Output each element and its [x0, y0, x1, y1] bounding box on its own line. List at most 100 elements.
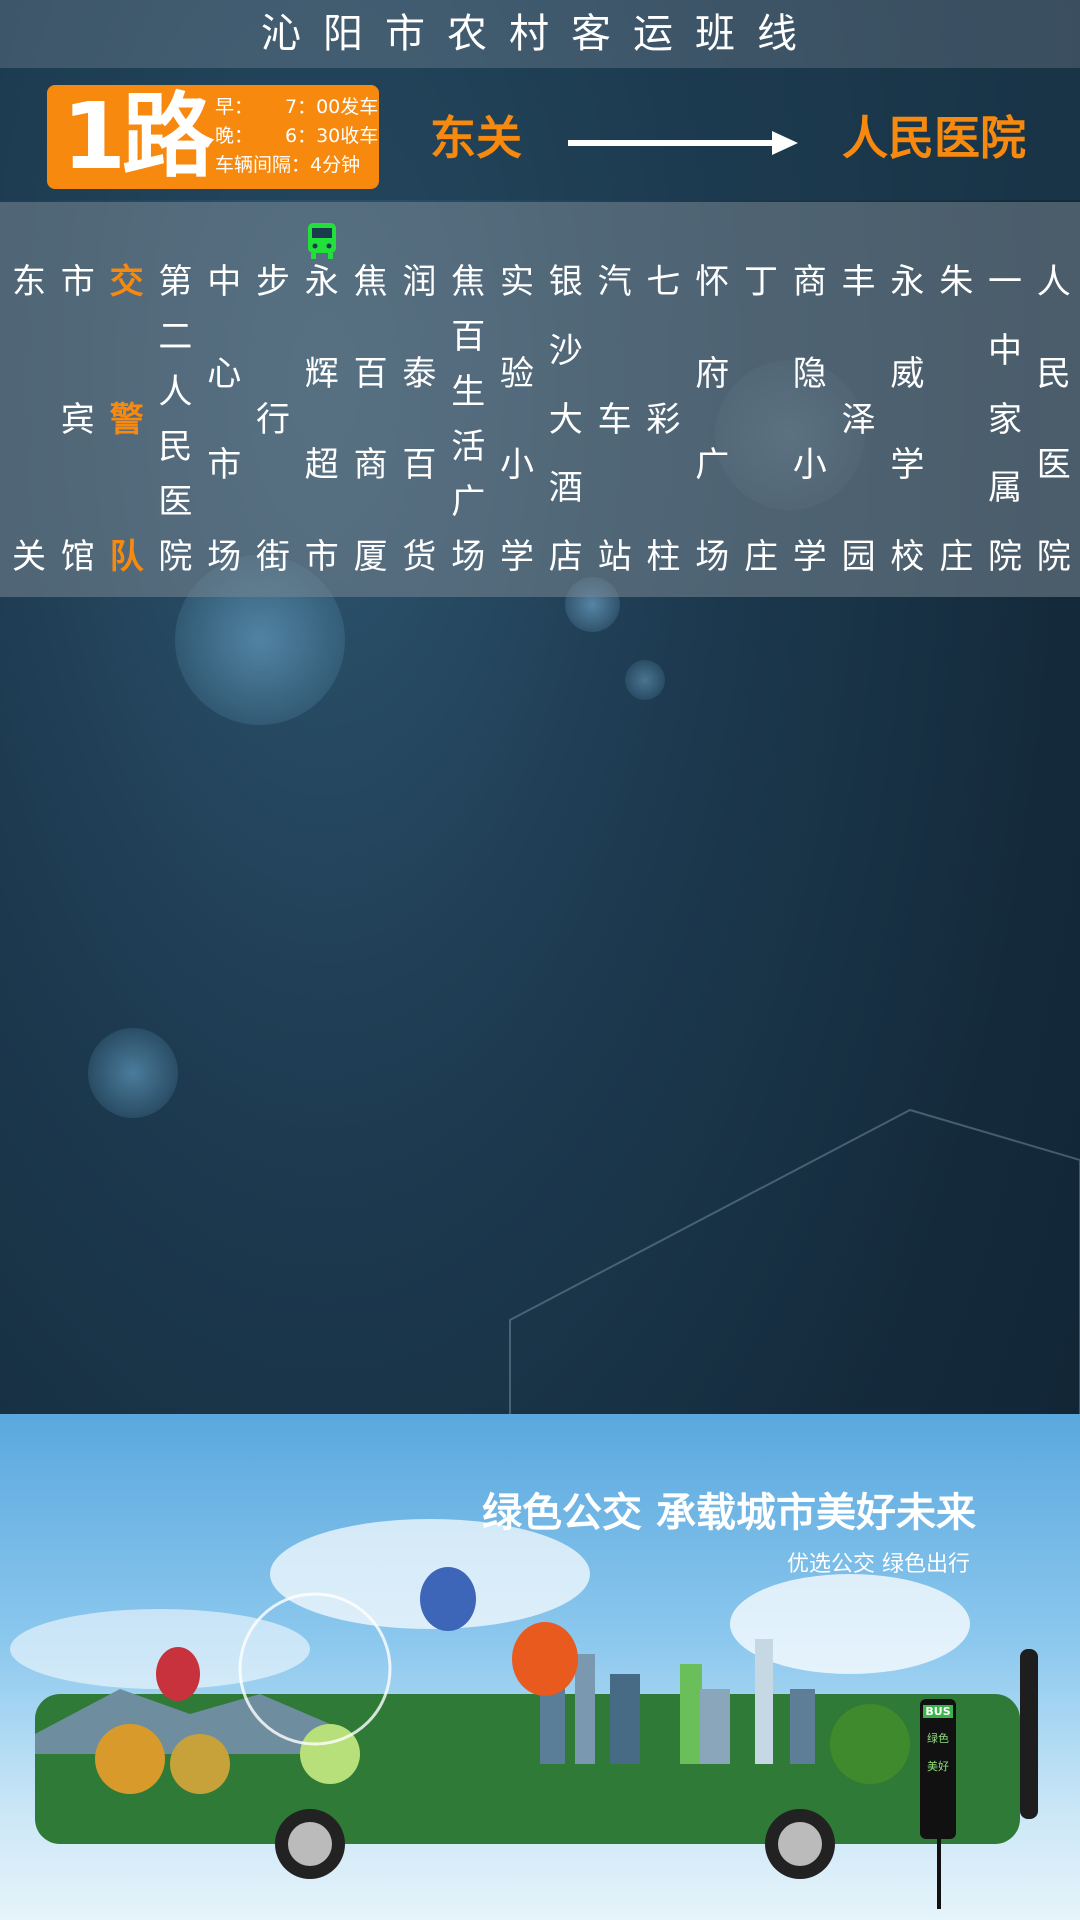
- origin-stop: 东关: [430, 111, 522, 165]
- stop-char: 泰: [402, 353, 437, 394]
- stop-char: 院: [988, 537, 1022, 577]
- stop-char: 百: [402, 445, 437, 486]
- stop-15: 怀府广场: [688, 262, 736, 577]
- bokeh-light: [625, 660, 665, 700]
- stop-char: 中: [207, 262, 242, 302]
- stop-char: 步: [256, 262, 290, 302]
- stop-7: 永辉超市: [298, 262, 346, 577]
- stop-char: 店: [548, 537, 583, 577]
- stop-char: 第: [158, 262, 193, 302]
- stop-char: 丁: [744, 262, 778, 302]
- stop-char: 润: [402, 262, 437, 302]
- stop-char: 焦: [353, 262, 388, 302]
- stop-char: 学: [890, 445, 925, 486]
- stop-17: 商隐小学: [786, 262, 834, 577]
- stop-char: 场: [451, 537, 486, 577]
- stop-5: 中心市场: [200, 262, 248, 577]
- stop-20: 朱庄: [932, 262, 980, 577]
- stop-char: 汽: [597, 262, 632, 302]
- schedule-last: 晚： 6：30收车: [215, 125, 379, 147]
- stop-char: 彩: [646, 399, 681, 440]
- stop-char: 东: [12, 262, 46, 302]
- stop-char: 学: [500, 537, 534, 577]
- stop-char: 府: [695, 353, 730, 394]
- stop-char: 市: [60, 262, 95, 302]
- stop-char: 超: [304, 445, 339, 486]
- stop-char: 一: [988, 262, 1022, 302]
- stop-19: 永威学校: [883, 262, 931, 577]
- stop-char: 庄: [744, 537, 778, 577]
- destination-stop: 人民医院: [842, 111, 1026, 165]
- ad-sub-slogan: 优选公交 绿色出行: [787, 1552, 970, 1577]
- stop-char: 车: [597, 399, 632, 440]
- stop-char: 院: [158, 537, 193, 577]
- stop-char: 二: [158, 317, 193, 357]
- stop-char: 货: [402, 537, 437, 577]
- schedule-interval: 车辆间隔：4分钟: [215, 154, 361, 176]
- stop-char: 永: [304, 262, 339, 302]
- ad-slogan: 绿色公交 承载城市美好未来: [482, 1490, 976, 1536]
- stop-char: 关: [12, 537, 46, 577]
- stop-char: 中: [988, 330, 1022, 371]
- stop-char: 场: [207, 537, 242, 577]
- stop-6: 步行街: [249, 262, 297, 577]
- stop-char: 大: [548, 399, 583, 440]
- route-schedule: 早： 7：00发车 晚： 6：30收车 车辆间隔：4分钟: [215, 93, 378, 180]
- stop-10: 焦百生活广场: [444, 262, 492, 577]
- stop-3: 交警队: [103, 262, 151, 577]
- stop-char: 隐: [792, 353, 827, 394]
- stop-char: 实: [500, 262, 534, 302]
- stop-char: 辉: [304, 353, 339, 394]
- stop-16: 丁庄: [737, 262, 785, 577]
- stop-22: 人民医院: [1030, 262, 1078, 577]
- bus-sign-mid: 绿色: [927, 1732, 949, 1745]
- stop-char: 院: [1036, 537, 1071, 577]
- stop-char: 沙: [548, 330, 583, 371]
- stop-char: 校: [890, 537, 925, 577]
- stop-char: 人: [1036, 262, 1071, 302]
- stop-char: 小: [500, 445, 534, 486]
- stop-char: 街: [256, 537, 290, 577]
- stop-char: 广: [695, 445, 730, 486]
- stop-9: 润泰百货: [395, 262, 443, 577]
- stop-char: 广: [451, 482, 486, 522]
- stop-char: 警: [109, 399, 144, 440]
- stop-char: 商: [792, 262, 827, 302]
- bus-stop-sign: BUS 绿色 美好: [920, 1699, 956, 1774]
- stop-char: 商: [353, 445, 388, 486]
- stop-char: 市: [207, 445, 242, 486]
- stop-char: 站: [597, 537, 632, 577]
- stop-char: 七: [646, 262, 681, 302]
- stop-char: 市: [304, 537, 339, 577]
- route-number: 1路: [62, 83, 214, 190]
- stop-18: 丰泽园: [835, 262, 883, 577]
- stop-char: 馆: [60, 537, 95, 577]
- stop-char: 场: [695, 537, 730, 577]
- stop-char: 宾: [60, 399, 95, 440]
- stop-char: 行: [256, 399, 290, 440]
- stop-char: 泽: [841, 399, 876, 440]
- stop-char: 庄: [939, 537, 974, 577]
- stop-14: 七彩柱: [639, 262, 687, 577]
- schedule-first: 早： 7：00发车: [215, 96, 379, 118]
- stop-12: 银沙大酒店: [542, 262, 590, 577]
- stop-2: 市宾馆: [54, 262, 102, 577]
- stop-char: 民: [158, 427, 193, 467]
- stop-char: 生: [451, 372, 486, 412]
- bus-sign-bottom: 美好: [927, 1760, 949, 1773]
- stop-char: 医: [158, 482, 193, 522]
- stop-char: 焦: [451, 262, 486, 302]
- bus-icon: [307, 223, 336, 259]
- stop-char: 百: [451, 317, 486, 357]
- stop-char: 柱: [646, 537, 681, 577]
- stop-char: 酒: [548, 468, 583, 509]
- stop-11: 实验小学: [493, 262, 541, 577]
- stop-char: 家: [988, 399, 1022, 440]
- stop-char: 队: [109, 537, 144, 577]
- stop-1: 东关: [5, 262, 53, 577]
- stop-char: 丰: [841, 262, 876, 302]
- stop-13: 汽车站: [591, 262, 639, 577]
- stop-char: 银: [548, 262, 583, 302]
- stop-char: 威: [890, 353, 925, 394]
- stop-char: 活: [451, 427, 486, 467]
